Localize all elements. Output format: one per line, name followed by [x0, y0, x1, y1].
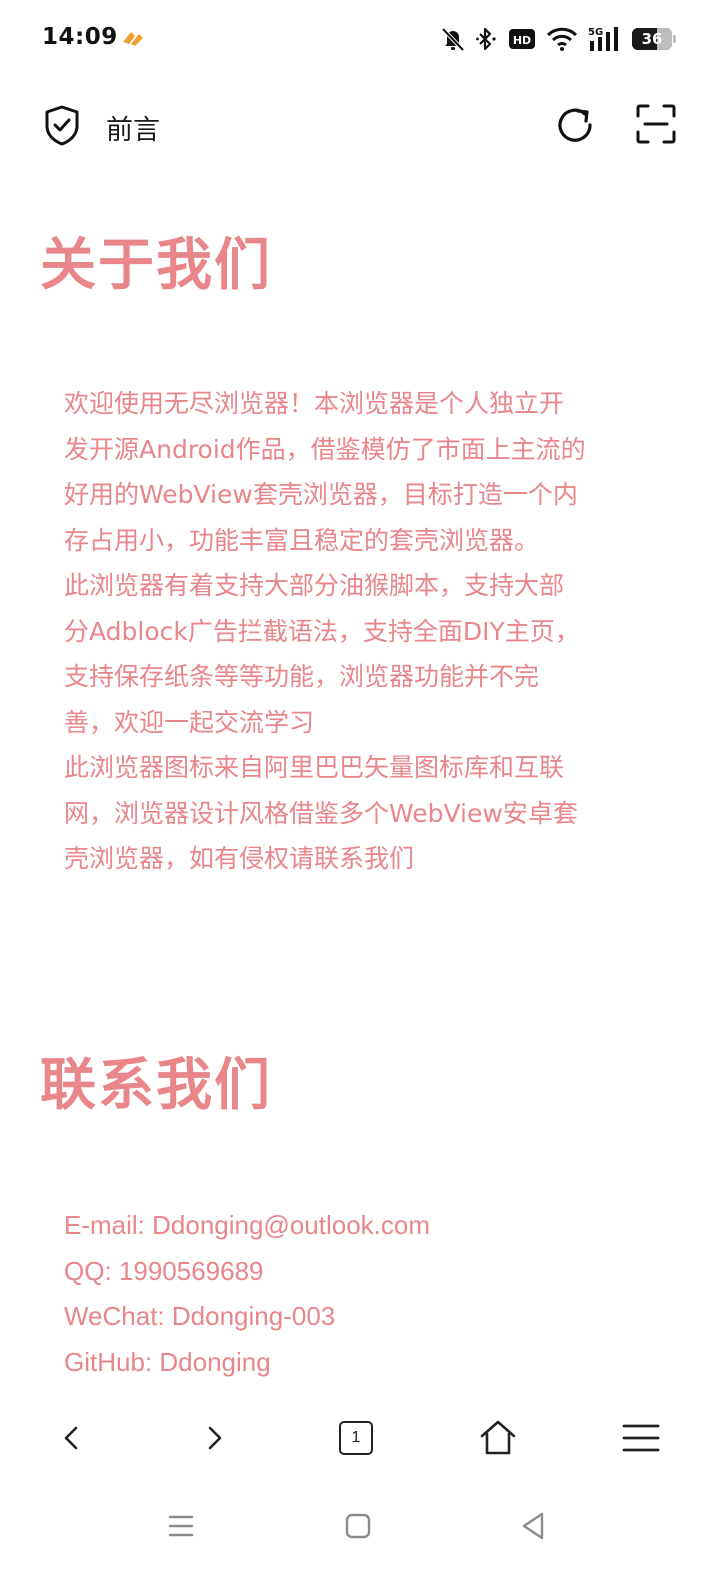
menu-icon: [622, 1424, 660, 1452]
back-triangle-icon: [522, 1512, 544, 1540]
paragraph-line: 发开源Android作品，借鉴模仿了市面上主流的: [64, 434, 586, 464]
about-paragraph: 欢迎使用无尽浏览器！本浏览器是个人独立开 发开源Android作品，借鉴模仿了市…: [64, 381, 664, 882]
paragraph-line: 此浏览器图标来自阿里巴巴矢量图标库和互联: [64, 753, 565, 782]
status-time: 14:09: [42, 24, 118, 50]
reload-icon[interactable]: [552, 102, 598, 148]
system-home-button[interactable]: [338, 1508, 378, 1544]
home-square-icon: [345, 1513, 371, 1539]
paragraph-line: 网，浏览器设计风格借鉴多个WebView安卓套: [64, 798, 578, 828]
svg-text:HD: HD: [513, 34, 531, 47]
forward-button[interactable]: [190, 1414, 238, 1462]
app-notification-icon: [123, 32, 143, 46]
scan-icon[interactable]: [634, 102, 678, 146]
menu-button[interactable]: [617, 1414, 665, 1462]
paragraph-line: 支持保存纸条等等功能，浏览器功能并不完: [64, 662, 540, 691]
paragraph-line: 善，欢迎一起交流学习: [64, 707, 315, 737]
tab-count: 1: [351, 1429, 361, 1446]
bluetooth-icon: [476, 27, 496, 51]
back-button[interactable]: [48, 1414, 96, 1462]
battery-level: 36: [641, 30, 663, 48]
system-nav-bar: [0, 1490, 720, 1560]
paragraph-line: 分Adblock广告拦截语法，支持全面DIY主页，: [64, 616, 580, 646]
contact-list: E-mail: Ddonging@outlook.com QQ: 1990569…: [64, 1203, 430, 1385]
contact-email[interactable]: E-mail: Ddonging@outlook.com: [64, 1203, 430, 1249]
about-heading: 关于我们: [40, 233, 272, 298]
system-back-button[interactable]: [513, 1508, 553, 1544]
contact-qq: QQ: 1990569689: [64, 1255, 264, 1286]
battery-icon: 36: [632, 28, 676, 50]
home-button[interactable]: [474, 1414, 522, 1462]
paragraph-line: 欢迎使用无尽浏览器！本浏览器是个人独立开: [64, 389, 565, 418]
shield-icon[interactable]: [42, 104, 82, 146]
recents-icon: [168, 1515, 194, 1537]
mute-bell-icon: [441, 27, 465, 52]
contact-wechat: WeChat: Ddonging-003: [64, 1301, 336, 1331]
svg-text:5G: 5G: [588, 27, 603, 38]
paragraph-line: 存占用小，功能丰富且稳定的套壳浏览器。: [64, 525, 540, 555]
home-icon: [480, 1420, 516, 1455]
wifi-icon: [546, 27, 578, 51]
tabs-icon: 1: [339, 1421, 373, 1455]
signal-5g-icon: 5G: [588, 27, 618, 51]
paragraph-line: 好用的WebView套壳浏览器，目标打造一个内: [64, 480, 578, 509]
page-title: 前言: [106, 115, 160, 146]
status-bar: 14:09 HD 5G 36: [0, 0, 720, 78]
paragraph-line: 此浏览器有着支持大部分油猴脚本，支持大部: [64, 571, 565, 600]
browser-toolbar: 前言: [0, 90, 720, 160]
status-icons: HD 5G 36: [440, 24, 676, 54]
tabs-button[interactable]: 1: [332, 1414, 380, 1462]
contact-github[interactable]: GitHub: Ddonging: [64, 1340, 430, 1386]
hd-icon: HD: [509, 29, 535, 49]
back-icon: [64, 1426, 78, 1450]
forward-icon: [208, 1426, 222, 1450]
paragraph-line: 壳浏览器，如有侵权请联系我们: [64, 844, 415, 873]
recents-button[interactable]: [161, 1508, 201, 1544]
browser-bottom-nav: 1: [0, 1400, 720, 1474]
contact-heading: 联系我们: [40, 1053, 272, 1118]
page-content: 关于我们 欢迎使用无尽浏览器！本浏览器是个人独立开 发开源Android作品，借…: [0, 170, 720, 1400]
